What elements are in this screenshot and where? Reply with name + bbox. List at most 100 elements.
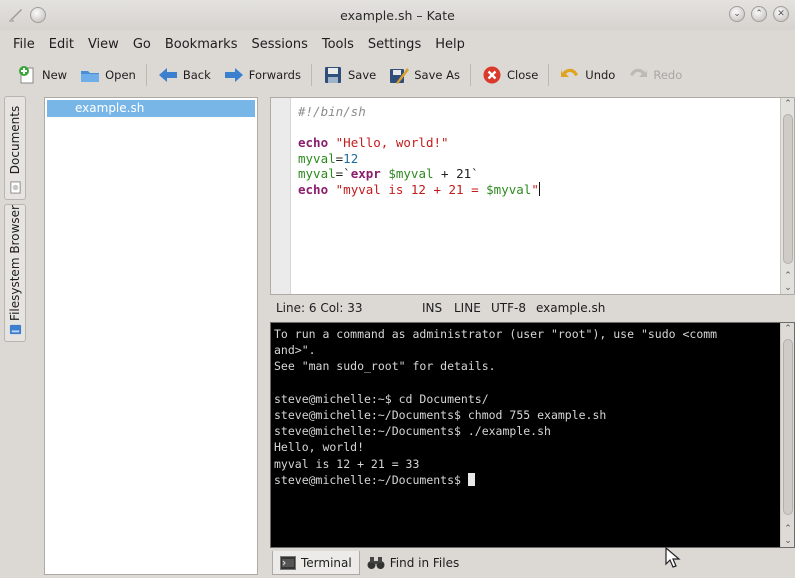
documents-list[interactable]: example.sh [44,97,258,575]
arrow-right-icon [223,64,245,86]
menu-bookmarks[interactable]: Bookmarks [158,37,245,52]
forwards-label: Forwards [248,68,301,82]
maximize-button[interactable]: ⌃ [751,6,767,22]
tab-terminal-label: Terminal [301,555,352,570]
scroll-up-icon[interactable]: ⌃ [781,270,795,282]
document-new-icon [16,64,38,86]
redo-button[interactable]: Redo [621,61,688,89]
new-label: New [42,68,68,82]
scroll-up-icon[interactable]: ⌃ [781,323,795,335]
scroll-down-icon[interactable]: ⌄ [781,282,795,294]
arrow-left-icon [157,64,179,86]
code-variable: myval [298,166,336,182]
toolbar-separator [310,64,312,86]
menu-edit[interactable]: Edit [42,37,81,52]
tab-terminal[interactable]: Terminal [272,551,360,575]
terminal-line: and>". [274,343,316,358]
tab-documents[interactable]: Documents [4,96,26,200]
code-expression: + 21` [433,166,479,182]
list-item[interactable]: example.sh [47,100,255,117]
minimize-button[interactable]: ⌄ [729,6,745,22]
pin-icon[interactable] [30,7,46,23]
main-toolbar: New Open Back Forwards Save Save As Clos… [0,58,795,92]
code-area[interactable]: #!/bin/sh echo "Hello, world!" myval=12 … [298,104,541,198]
save-as-button[interactable]: Save As [382,61,466,89]
code-shebang: #!/bin/sh [298,104,366,119]
insert-mode[interactable]: INS [422,297,442,319]
menu-file[interactable]: File [6,37,42,52]
tab-filesystem-label: Filesystem Browser [8,205,22,321]
tab-find-in-files[interactable]: Find in Files [360,551,467,575]
close-window-button[interactable]: ✕ [773,6,789,22]
menu-sessions[interactable]: Sessions [244,37,314,52]
scroll-up-icon[interactable]: ⌃ [781,98,795,110]
save-as-label: Save As [414,68,460,82]
toolbar-separator [548,64,550,86]
close-circle-icon [481,64,503,86]
terminal-line: Hello, world! [274,440,365,455]
menu-settings[interactable]: Settings [361,37,428,52]
code-variable-ref: $myval [486,181,532,197]
menu-view[interactable]: View [81,37,126,52]
terminal-output[interactable]: To run a command as administrator (user … [274,326,717,488]
terminal-line: steve@michelle:~/Documents$ ./example.sh [274,424,551,439]
close-button[interactable]: Close [475,61,544,89]
back-button[interactable]: Back [151,61,217,89]
new-button[interactable]: New [10,61,73,89]
scrollbar-thumb[interactable] [783,114,793,264]
scroll-up-icon[interactable]: ⌃ [781,523,795,535]
code-number: 12 [343,150,359,166]
redo-icon [627,64,649,86]
status-bar: Line: 6 Col: 33 INS LINE UTF-8 example.s… [270,297,795,319]
forwards-button[interactable]: Forwards [217,61,307,89]
terminal-prompt: steve@michelle:~/Documents$ [274,472,468,487]
open-button[interactable]: Open [73,61,142,89]
menu-tools[interactable]: Tools [315,37,361,52]
terminal-line: See "man sudo_root" for details. [274,359,496,374]
selection-mode[interactable]: LINE [454,297,481,319]
undo-button[interactable]: Undo [553,61,621,89]
documents-icon [10,181,21,194]
title-bar[interactable]: example.sh – Kate ⌄ ⌃ ✕ [0,0,795,30]
undo-icon [559,64,581,86]
terminal-panel[interactable]: To run a command as administrator (user … [270,322,795,548]
terminal-line: steve@michelle:~$ cd Documents/ [274,391,489,406]
undo-label: Undo [585,68,616,82]
code-string-end: " [531,181,539,197]
kate-app-icon[interactable] [8,7,24,23]
save-as-icon [388,64,410,86]
icon-border[interactable] [271,98,291,294]
scroll-down-icon[interactable]: ⌄ [781,535,795,547]
text-editor[interactable]: #!/bin/sh echo "Hello, world!" myval=12 … [270,97,795,295]
tab-filesystem-browser[interactable]: Filesystem Browser [4,204,26,342]
menu-go[interactable]: Go [126,37,158,52]
tab-find-label: Find in Files [389,556,460,570]
folder-open-icon [79,64,101,86]
scrollbar-thumb[interactable] [783,339,793,515]
terminal-line: myval is 12 + 21 = 33 [274,456,420,471]
toolbar-separator [469,64,471,86]
mouse-pointer-icon [665,547,681,568]
encoding[interactable]: UTF-8 [491,297,526,319]
menu-bar: File Edit View Go Bookmarks Sessions Too… [0,30,795,58]
text-cursor [538,181,541,196]
back-label: Back [182,68,211,82]
terminal-icon [280,555,296,570]
open-label: Open [105,68,136,82]
terminal-scrollbar[interactable]: ⌃ ⌃ ⌄ [780,323,794,547]
terminal-line: To run a command as administrator (user … [274,327,718,341]
status-filename: example.sh [536,301,606,315]
save-label: Save [347,68,377,82]
editor-scrollbar[interactable]: ⌃ ⌃ ⌄ [780,98,794,294]
code-string: "Hello, world!" [335,135,449,151]
terminal-line: steve@michelle:~/Documents$ chmod 755 ex… [274,408,607,422]
menu-help[interactable]: Help [428,37,472,52]
terminal-prompt-row: steve@michelle:~/Documents$ [274,472,717,488]
save-button[interactable]: Save [316,61,382,89]
side-tabs: Documents Filesystem Browser [4,96,26,342]
code-operator: =` [335,166,351,182]
cursor-position: Line: 6 Col: 33 [276,301,363,315]
tab-documents-label: Documents [8,105,22,175]
code-variable-ref: $myval [388,166,434,182]
